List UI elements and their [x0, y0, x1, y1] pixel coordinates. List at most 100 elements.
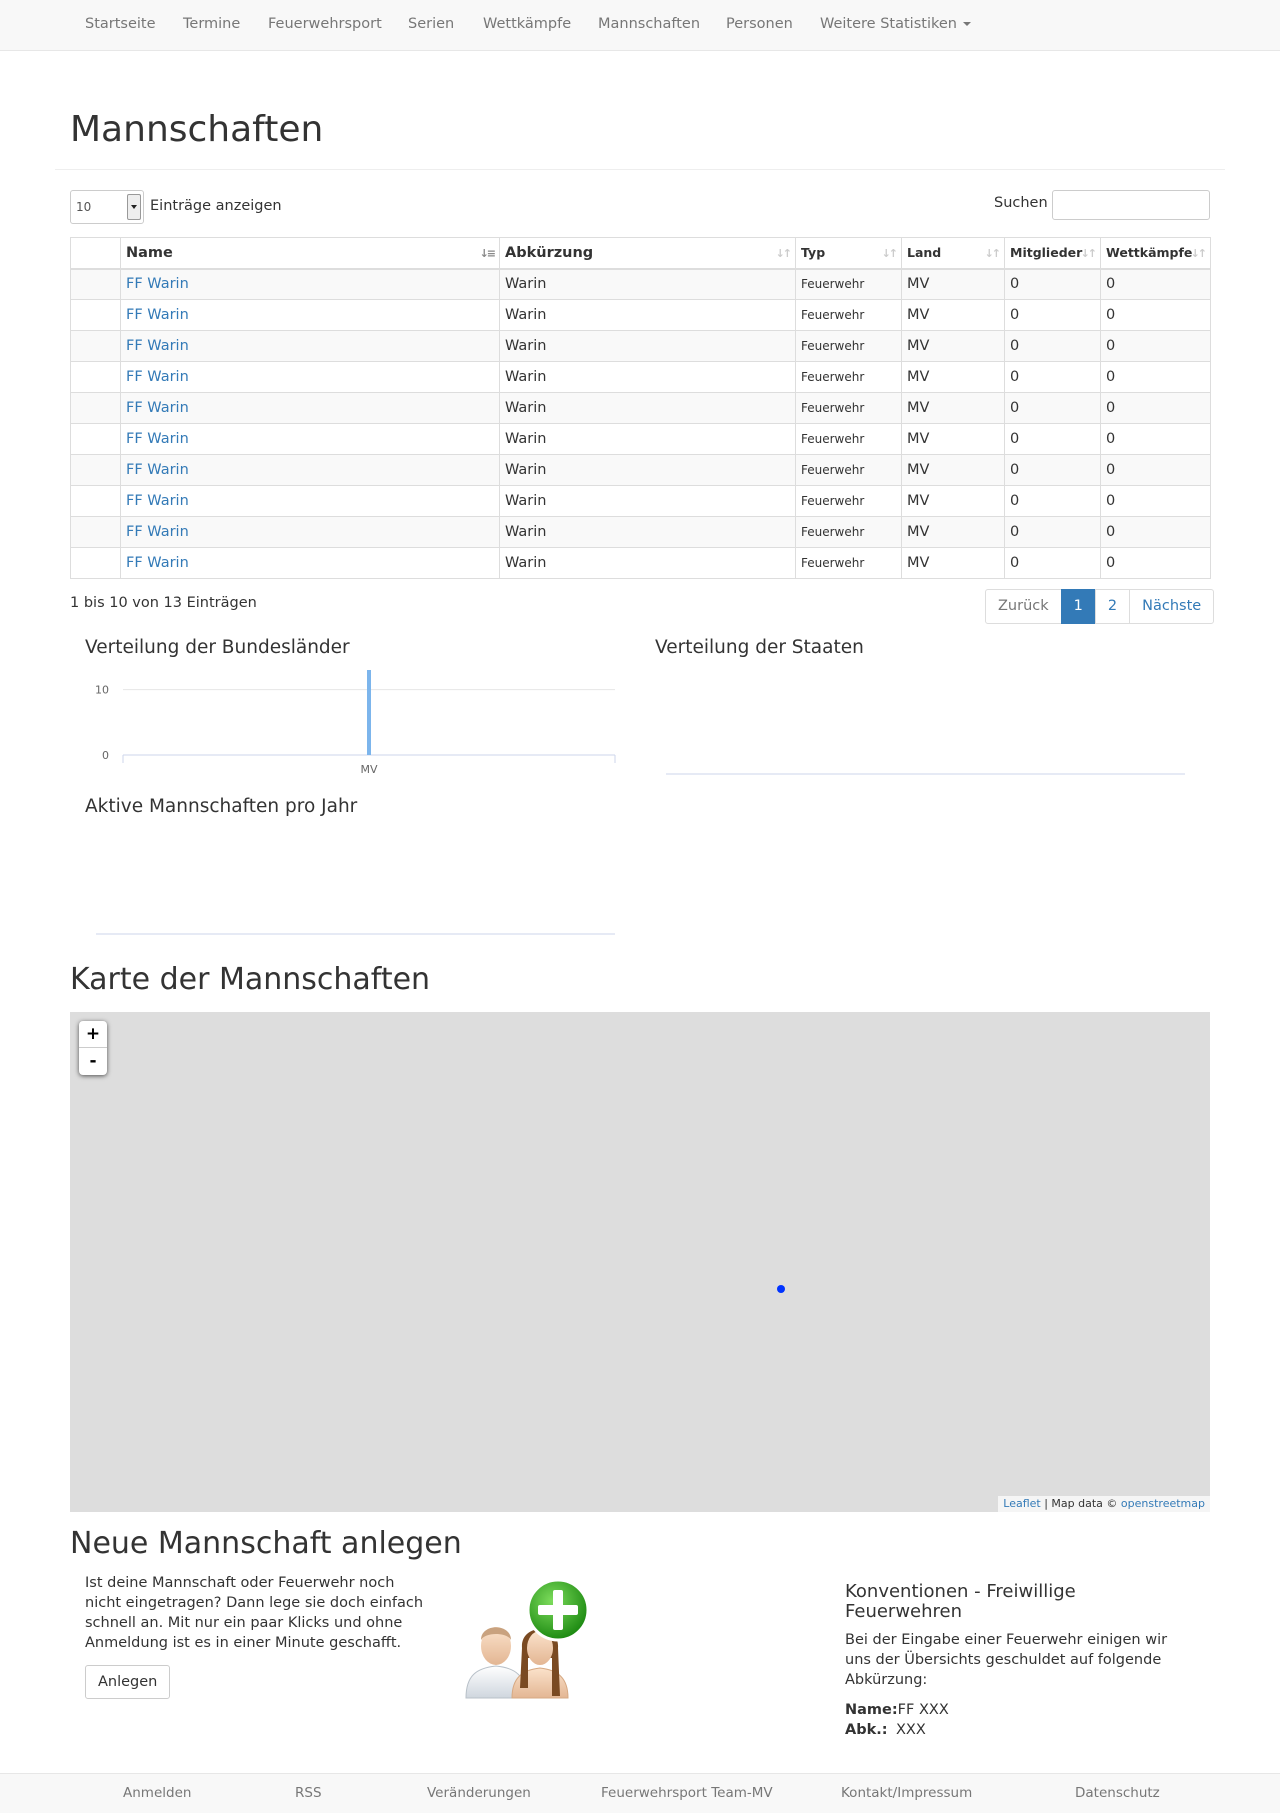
nav-personen[interactable]: Personen: [726, 0, 793, 50]
team-name-link[interactable]: FF Warin: [126, 462, 189, 478]
table-cell-team-abbreviation: Warin: [499, 392, 796, 424]
convention-name-label: Name:: [845, 1702, 898, 1718]
nav-mannschaften[interactable]: Mannschaften: [598, 0, 700, 50]
col-header-typ[interactable]: Typ ↓↑: [795, 237, 902, 270]
table-cell-row-index: [70, 392, 121, 424]
convention-abk-value: XXX: [896, 1722, 926, 1738]
table-cell-team-state: MV: [901, 330, 1005, 362]
table-cell-team-name-link: FF Warin: [120, 547, 500, 579]
team-name-link[interactable]: FF Warin: [126, 307, 189, 323]
pagination-page-2[interactable]: 2: [1094, 589, 1131, 624]
table-cell-team-type: Feuerwehr: [795, 299, 902, 331]
sort-icon: ↓↑: [881, 247, 899, 260]
table-body: FF Warin Warin Feuerwehr MV 0 0 FF Warin Warin F…: [70, 268, 1211, 579]
table-cell-row-index: [70, 299, 121, 331]
footer-datenschutz[interactable]: Datenschutz: [1075, 1774, 1160, 1812]
map-zoom-control: + -: [79, 1021, 107, 1075]
col-header-abkuerzung[interactable]: Abkürzung ↓↑: [499, 237, 796, 270]
table-cell-team-state: MV: [901, 268, 1005, 300]
team-name-link[interactable]: FF Warin: [126, 431, 189, 447]
team-name-link[interactable]: FF Warin: [126, 369, 189, 385]
chart-ytick-label: 10: [95, 684, 109, 697]
caret-down-icon: [962, 22, 971, 26]
table-row: FF Warin Warin Feuerwehr MV 0 0: [70, 454, 1211, 486]
table-cell-team-type: Feuerwehr: [795, 268, 902, 300]
table-cell-team-abbreviation: Warin: [499, 454, 796, 486]
table-row: FF Warin Warin Feuerwehr MV 0 0: [70, 330, 1211, 362]
col-header-land[interactable]: Land ↓↑: [901, 237, 1005, 270]
openstreetmap-link[interactable]: openstreetmap: [1121, 1497, 1205, 1510]
pagination-next[interactable]: Nächste: [1129, 589, 1215, 624]
table-cell-team-competition-count: 0: [1100, 516, 1211, 548]
plus-badge-icon: [526, 1578, 590, 1642]
table-cell-row-index: [70, 485, 121, 517]
search-input[interactable]: [1052, 190, 1210, 220]
nav-startseite[interactable]: Startseite: [85, 0, 156, 50]
nav-termine[interactable]: Termine: [183, 0, 240, 50]
map-marker[interactable]: [777, 1285, 785, 1293]
top-navbar: Startseite Termine Feuerwehrsport Serien…: [0, 0, 1280, 51]
team-name-link[interactable]: FF Warin: [126, 276, 189, 292]
chart-bar[interactable]: [367, 670, 371, 755]
nav-dropdown-label: Weitere Statistiken: [820, 16, 957, 32]
select-arrow-icon: [127, 194, 141, 220]
entries-length-label: Einträge anzeigen: [150, 198, 282, 214]
table-cell-team-member-count: 0: [1004, 485, 1101, 517]
chart-title-aktive-mannschaften: Aktive Mannschaften pro Jahr: [85, 796, 358, 817]
zoom-in-button[interactable]: +: [79, 1021, 107, 1048]
table-row: FF Warin Warin Feuerwehr MV 0 0: [70, 485, 1211, 517]
nav-feuerwehrsport[interactable]: Feuerwehrsport: [268, 0, 382, 50]
table-cell-team-competition-count: 0: [1100, 454, 1211, 486]
table-cell-row-index: [70, 516, 121, 548]
page-title: Mannschaften: [70, 109, 324, 150]
table-cell-team-competition-count: 0: [1100, 392, 1211, 424]
nav-serien[interactable]: Serien: [408, 0, 454, 50]
team-name-link[interactable]: FF Warin: [126, 555, 189, 571]
table-cell-team-name-link: FF Warin: [120, 485, 500, 517]
zoom-out-button[interactable]: -: [79, 1048, 107, 1075]
entries-length-select[interactable]: 10: [70, 190, 144, 224]
table-cell-team-abbreviation: Warin: [499, 516, 796, 548]
footer-kontakt-impressum[interactable]: Kontakt/Impressum: [841, 1774, 972, 1812]
col-header-mitglieder[interactable]: Mitglieder ↓↑: [1004, 237, 1101, 270]
chart-labels: 0 10 MV: [95, 684, 378, 776]
team-name-link[interactable]: FF Warin: [126, 524, 189, 540]
sort-icon: ↓↑: [1190, 247, 1208, 260]
leaflet-link[interactable]: Leaflet: [1003, 1497, 1040, 1510]
team-name-link[interactable]: FF Warin: [126, 338, 189, 354]
table-cell-team-competition-count: 0: [1100, 485, 1211, 517]
sort-icon: ↓↑: [984, 247, 1002, 260]
table-cell-row-index: [70, 423, 121, 455]
col-header-wettkaempfe[interactable]: Wettkämpfe ↓↑: [1100, 237, 1211, 270]
table-cell-team-member-count: 0: [1004, 268, 1101, 300]
team-name-link[interactable]: FF Warin: [126, 400, 189, 416]
pagination-page-1[interactable]: 1: [1060, 589, 1096, 624]
pagination-prev[interactable]: Zurück: [985, 589, 1062, 624]
nav-wettkaempfe[interactable]: Wettkämpfe: [483, 0, 571, 50]
table-cell-team-type: Feuerwehr: [795, 516, 902, 548]
sort-asc-icon: ↓≡: [479, 247, 497, 260]
conventions-title: Konventionen - Freiwillige Feuerwehren: [845, 1581, 1076, 1622]
chart-bundeslaender: 0 10 MV: [95, 670, 616, 776]
col-header-name[interactable]: Name ↓≡: [120, 237, 500, 270]
sort-icon: ↓↑: [775, 247, 793, 260]
create-team-button[interactable]: Anlegen: [85, 1665, 171, 1699]
convention-abk-row: Abk.: XXX: [845, 1722, 926, 1738]
table-cell-team-member-count: 0: [1004, 299, 1101, 331]
teams-map[interactable]: + - Leaflet | Map data © openstreetmap: [70, 1012, 1210, 1512]
team-name-link[interactable]: FF Warin: [126, 493, 189, 509]
footer-rss[interactable]: RSS: [295, 1774, 322, 1812]
table-cell-team-competition-count: 0: [1100, 299, 1211, 331]
table-row: FF Warin Warin Feuerwehr MV 0 0: [70, 361, 1211, 393]
footer-team-mv[interactable]: Feuerwehrsport Team-MV: [601, 1774, 773, 1812]
table-cell-team-competition-count: 0: [1100, 330, 1211, 362]
table-cell-row-index: [70, 454, 121, 486]
footer-veraenderungen[interactable]: Veränderungen: [427, 1774, 531, 1812]
footer-anmelden[interactable]: Anmelden: [123, 1774, 191, 1812]
table-row: FF Warin Warin Feuerwehr MV 0 0: [70, 268, 1211, 300]
table-cell-team-abbreviation: Warin: [499, 485, 796, 517]
col-header-typ-label: Typ: [801, 245, 826, 261]
table-cell-team-competition-count: 0: [1100, 423, 1211, 455]
table-cell-team-name-link: FF Warin: [120, 516, 500, 548]
nav-weitere-statistiken-dropdown[interactable]: Weitere Statistiken: [820, 0, 971, 50]
